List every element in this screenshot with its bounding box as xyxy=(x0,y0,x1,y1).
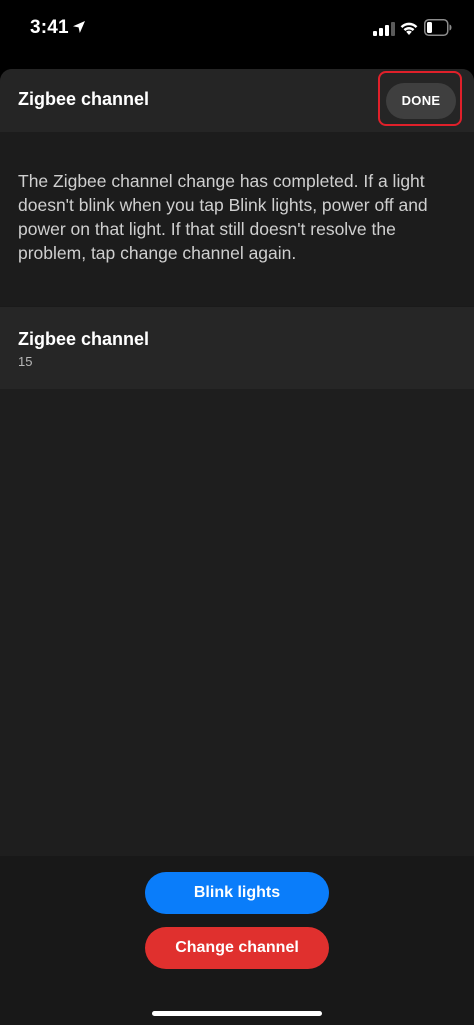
change-channel-button[interactable]: Change channel xyxy=(145,927,329,969)
completion-message: The Zigbee channel change has completed.… xyxy=(18,171,428,263)
status-bar: 3:41 xyxy=(0,0,474,60)
battery-icon xyxy=(424,19,452,36)
done-button[interactable]: DONE xyxy=(386,83,456,119)
blink-lights-button[interactable]: Blink lights xyxy=(145,872,329,914)
page-title: Zigbee channel xyxy=(18,89,150,109)
home-indicator[interactable] xyxy=(152,1011,322,1016)
channel-label: Zigbee channel xyxy=(18,329,150,349)
location-arrow-icon xyxy=(73,21,85,33)
sheet-header: Zigbee channel DONE xyxy=(0,69,474,132)
status-time: 3:41 xyxy=(30,17,69,38)
channel-value: 15 xyxy=(18,354,33,369)
cellular-signal-icon xyxy=(373,22,395,36)
empty-content-area xyxy=(0,389,474,856)
zigbee-channel-sheet: Zigbee channel DONE The Zigbee channel c… xyxy=(0,69,474,1025)
wifi-icon xyxy=(400,22,418,35)
zigbee-channel-row: Zigbee channel 15 xyxy=(0,306,474,389)
action-footer: Blink lights Change channel xyxy=(0,856,474,1025)
